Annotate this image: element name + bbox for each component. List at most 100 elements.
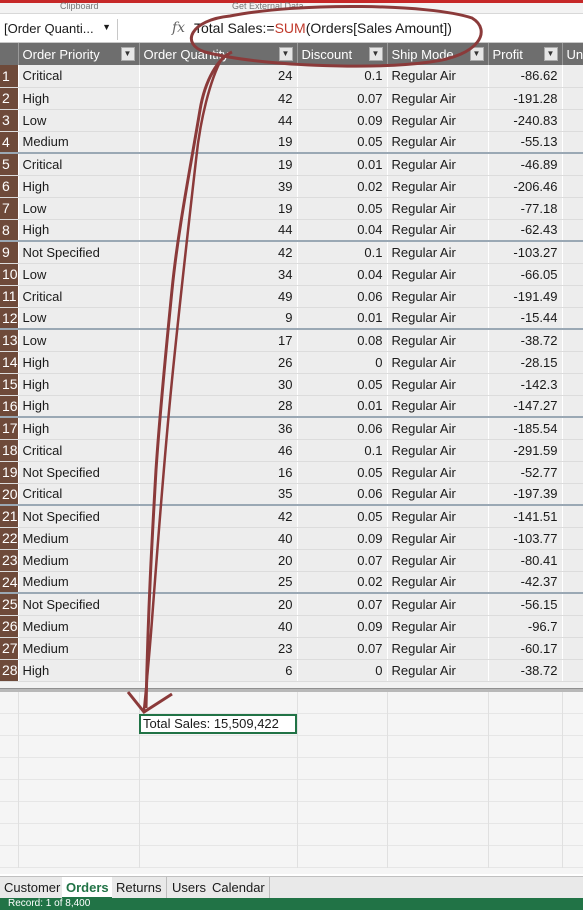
ship-mode-cell[interactable]: Regular Air bbox=[387, 395, 489, 418]
ship-mode-cell[interactable]: Regular Air bbox=[387, 637, 489, 660]
table-row[interactable]: 17 High 36 0.06 Regular Air -185.54 bbox=[0, 417, 583, 440]
calc-cell[interactable] bbox=[18, 758, 19, 780]
discount-cell[interactable]: 0.01 bbox=[297, 307, 388, 330]
table-row[interactable]: 9 Not Specified 42 0.1 Regular Air -103.27 bbox=[0, 241, 583, 264]
column-header[interactable]: Discount ▼ bbox=[297, 43, 388, 65]
unit-cell[interactable] bbox=[562, 351, 583, 374]
ship-mode-cell[interactable]: Regular Air bbox=[387, 219, 489, 242]
discount-cell[interactable]: 0.01 bbox=[297, 153, 388, 176]
unit-cell[interactable] bbox=[562, 461, 583, 484]
calc-cell[interactable] bbox=[139, 758, 140, 780]
order-priority-cell[interactable]: Medium bbox=[18, 571, 140, 594]
table-row[interactable]: 15 High 30 0.05 Regular Air -142.3 bbox=[0, 373, 583, 396]
order-priority-cell[interactable]: High bbox=[18, 395, 140, 418]
order-priority-cell[interactable]: Low bbox=[18, 307, 140, 330]
unit-cell[interactable] bbox=[562, 329, 583, 352]
ship-mode-cell[interactable]: Regular Air bbox=[387, 351, 489, 374]
table-row[interactable]: 1 Critical 24 0.1 Regular Air -86.62 bbox=[0, 65, 583, 88]
column-header[interactable]: Profit ▼ bbox=[488, 43, 563, 65]
ship-mode-cell[interactable]: Regular Air bbox=[387, 197, 489, 220]
calc-cell[interactable] bbox=[18, 802, 19, 824]
discount-cell[interactable]: 0 bbox=[297, 659, 388, 682]
table-row[interactable]: 18 Critical 46 0.1 Regular Air -291.59 bbox=[0, 439, 583, 462]
calc-cell[interactable] bbox=[488, 714, 489, 736]
unit-cell[interactable] bbox=[562, 571, 583, 594]
calc-cell[interactable] bbox=[562, 802, 563, 824]
calc-cell[interactable] bbox=[18, 692, 19, 714]
table-row[interactable]: 28 High 6 0 Regular Air -38.72 bbox=[0, 659, 583, 682]
order-quantity-cell[interactable]: 26 bbox=[139, 351, 298, 374]
discount-cell[interactable]: 0.07 bbox=[297, 593, 388, 616]
ship-mode-cell[interactable]: Regular Air bbox=[387, 505, 489, 528]
profit-cell[interactable]: -62.43 bbox=[488, 219, 563, 242]
profit-cell[interactable]: -197.39 bbox=[488, 483, 563, 506]
ship-mode-cell[interactable]: Regular Air bbox=[387, 549, 489, 572]
calc-cell[interactable] bbox=[488, 692, 489, 714]
discount-cell[interactable]: 0 bbox=[297, 351, 388, 374]
unit-cell[interactable] bbox=[562, 417, 583, 440]
ship-mode-cell[interactable]: Regular Air bbox=[387, 329, 489, 352]
profit-cell[interactable]: -191.28 bbox=[488, 87, 563, 110]
order-quantity-cell[interactable]: 19 bbox=[139, 131, 298, 154]
table-row[interactable]: 13 Low 17 0.08 Regular Air -38.72 bbox=[0, 329, 583, 352]
unit-cell[interactable] bbox=[562, 219, 583, 242]
order-priority-cell[interactable]: Critical bbox=[18, 285, 140, 308]
ship-mode-cell[interactable]: Regular Air bbox=[387, 373, 489, 396]
table-row[interactable]: 20 Critical 35 0.06 Regular Air -197.39 bbox=[0, 483, 583, 506]
unit-cell[interactable] bbox=[562, 153, 583, 176]
profit-cell[interactable]: -185.54 bbox=[488, 417, 563, 440]
order-priority-cell[interactable]: Medium bbox=[18, 549, 140, 572]
discount-cell[interactable]: 0.02 bbox=[297, 571, 388, 594]
order-priority-cell[interactable]: Not Specified bbox=[18, 461, 140, 484]
order-quantity-cell[interactable]: 44 bbox=[139, 219, 298, 242]
calc-cell[interactable] bbox=[18, 780, 19, 802]
calc-cell[interactable] bbox=[562, 824, 563, 846]
discount-cell[interactable]: 0.1 bbox=[297, 439, 388, 462]
unit-cell[interactable] bbox=[562, 87, 583, 110]
order-priority-cell[interactable]: High bbox=[18, 351, 140, 374]
sheet-tab[interactable]: Orders bbox=[62, 877, 114, 899]
ship-mode-cell[interactable]: Regular Air bbox=[387, 87, 489, 110]
order-quantity-cell[interactable]: 6 bbox=[139, 659, 298, 682]
calc-cell[interactable] bbox=[297, 736, 298, 758]
unit-cell[interactable] bbox=[562, 197, 583, 220]
profit-cell[interactable]: -55.13 bbox=[488, 131, 563, 154]
table-row[interactable]: 10 Low 34 0.04 Regular Air -66.05 bbox=[0, 263, 583, 286]
discount-cell[interactable]: 0.06 bbox=[297, 483, 388, 506]
discount-cell[interactable]: 0.08 bbox=[297, 329, 388, 352]
ship-mode-cell[interactable]: Regular Air bbox=[387, 659, 489, 682]
calc-cell[interactable] bbox=[562, 780, 563, 802]
calc-cell[interactable] bbox=[297, 758, 298, 780]
profit-cell[interactable]: -147.27 bbox=[488, 395, 563, 418]
table-row[interactable]: 16 High 28 0.01 Regular Air -147.27 bbox=[0, 395, 583, 418]
unit-cell[interactable] bbox=[562, 285, 583, 308]
order-priority-cell[interactable]: High bbox=[18, 87, 140, 110]
order-quantity-cell[interactable]: 39 bbox=[139, 175, 298, 198]
ship-mode-cell[interactable]: Regular Air bbox=[387, 615, 489, 638]
calc-cell[interactable] bbox=[488, 758, 489, 780]
discount-cell[interactable]: 0.1 bbox=[297, 65, 388, 88]
sheet-tab[interactable]: Customer bbox=[0, 877, 66, 899]
filter-dropdown-icon[interactable]: ▼ bbox=[120, 47, 135, 61]
order-quantity-cell[interactable]: 24 bbox=[139, 65, 298, 88]
profit-cell[interactable]: -56.15 bbox=[488, 593, 563, 616]
calc-cell[interactable] bbox=[562, 736, 563, 758]
order-priority-cell[interactable]: Critical bbox=[18, 483, 140, 506]
order-quantity-cell[interactable]: 17 bbox=[139, 329, 298, 352]
unit-cell[interactable] bbox=[562, 373, 583, 396]
order-quantity-cell[interactable]: 28 bbox=[139, 395, 298, 418]
order-quantity-cell[interactable]: 16 bbox=[139, 461, 298, 484]
unit-cell[interactable] bbox=[562, 395, 583, 418]
ship-mode-cell[interactable]: Regular Air bbox=[387, 461, 489, 484]
profit-cell[interactable]: -206.46 bbox=[488, 175, 563, 198]
table-row[interactable]: 12 Low 9 0.01 Regular Air -15.44 bbox=[0, 307, 583, 330]
discount-cell[interactable]: 0.05 bbox=[297, 505, 388, 528]
order-quantity-cell[interactable]: 20 bbox=[139, 593, 298, 616]
unit-cell[interactable] bbox=[562, 637, 583, 660]
ship-mode-cell[interactable]: Regular Air bbox=[387, 571, 489, 594]
discount-cell[interactable]: 0.09 bbox=[297, 527, 388, 550]
discount-cell[interactable]: 0.04 bbox=[297, 263, 388, 286]
order-priority-cell[interactable]: Low bbox=[18, 263, 140, 286]
calc-cell[interactable] bbox=[488, 846, 489, 868]
unit-cell[interactable] bbox=[562, 241, 583, 264]
